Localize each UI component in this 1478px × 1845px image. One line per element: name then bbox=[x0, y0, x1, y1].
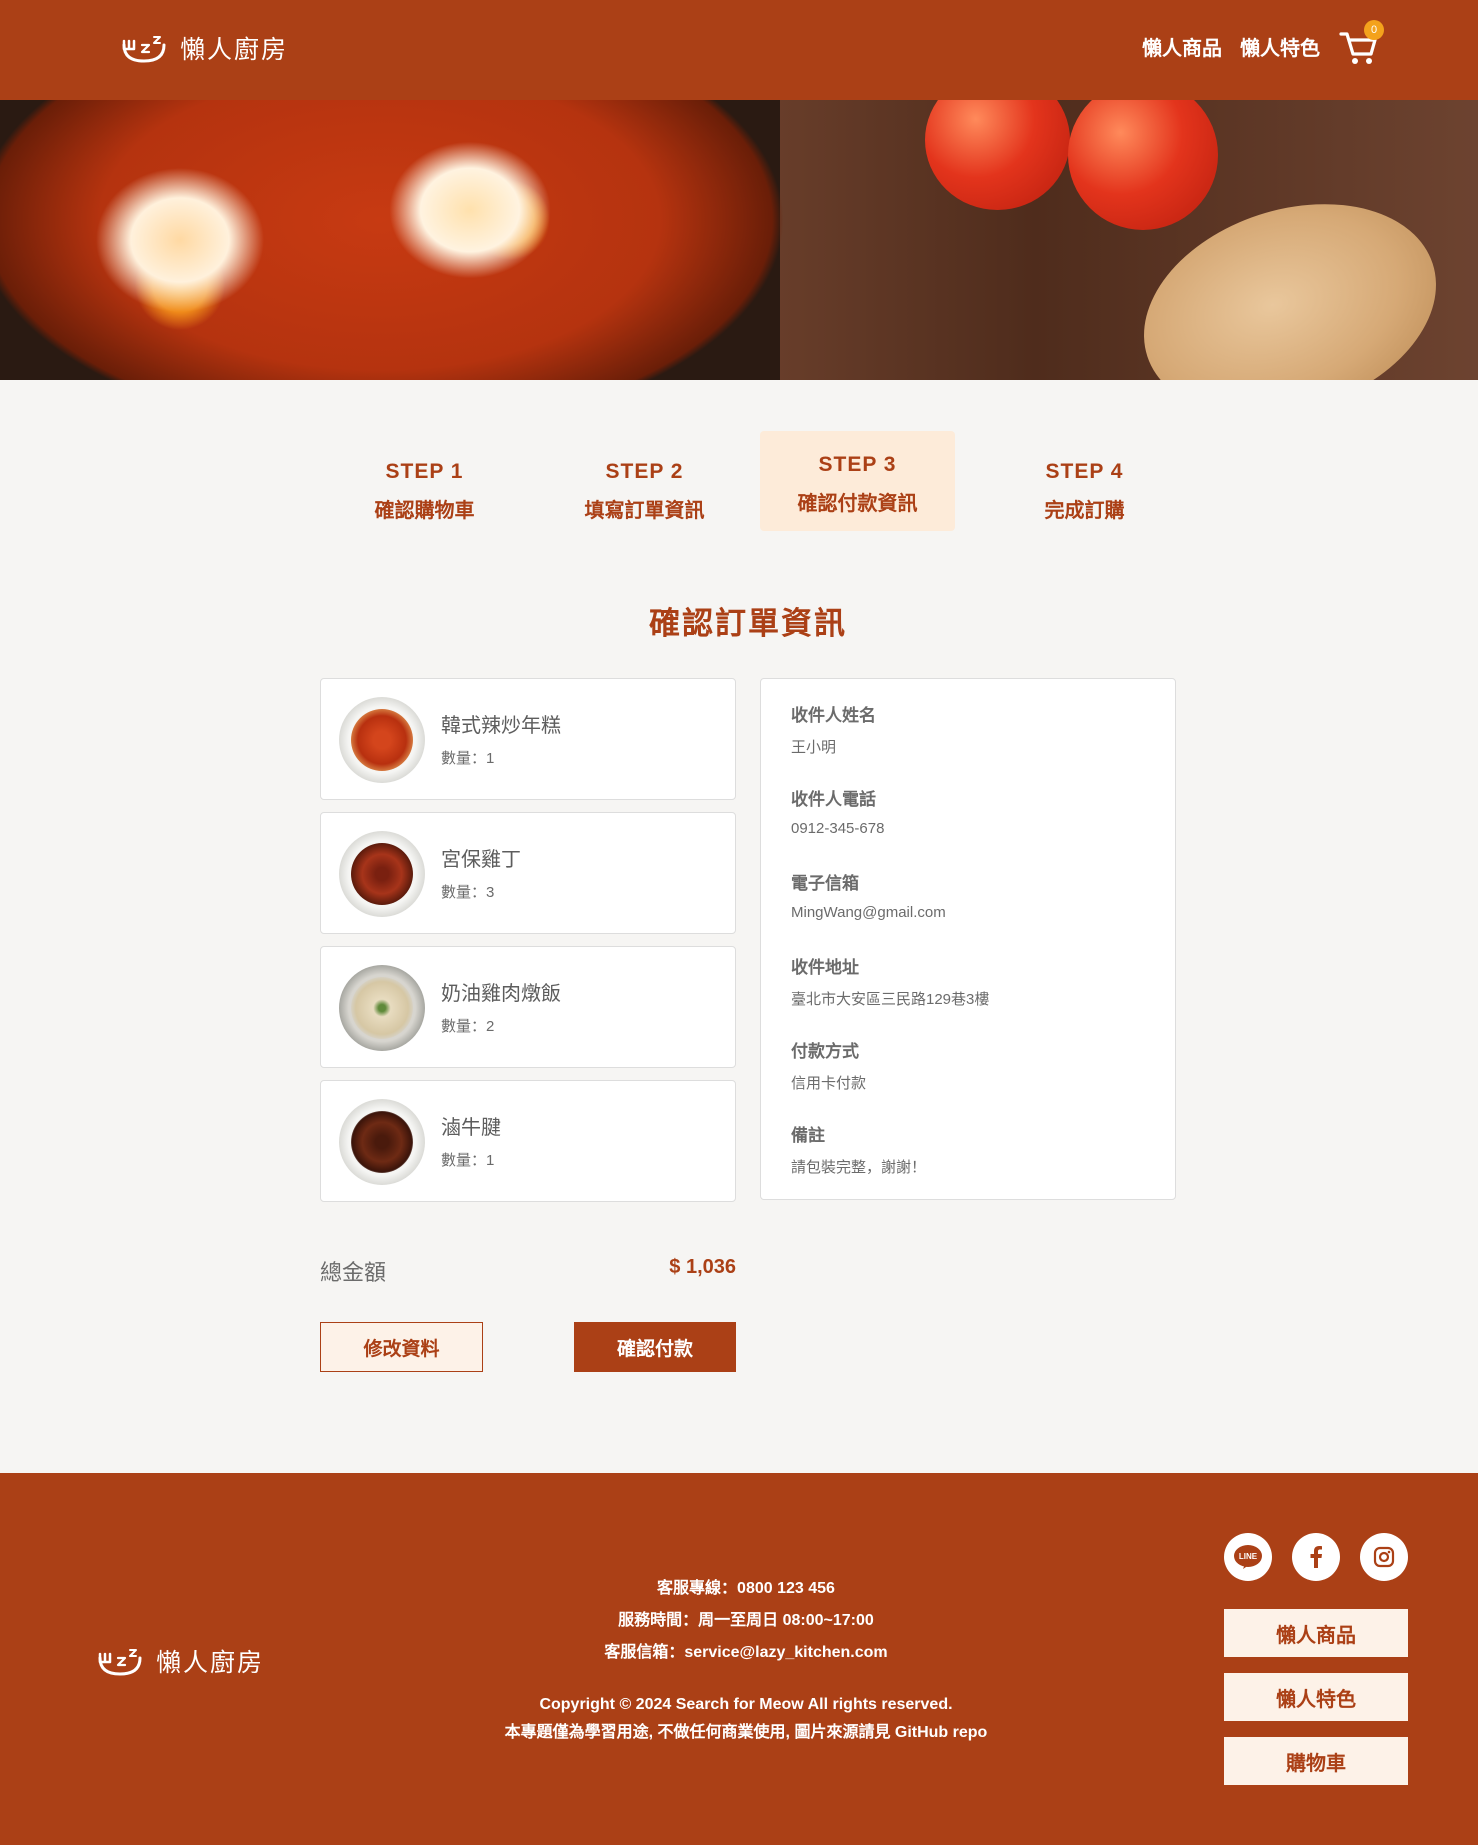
instagram-icon bbox=[1373, 1546, 1395, 1568]
tomato-decoration bbox=[925, 100, 1070, 210]
field-label: 收件人姓名 bbox=[791, 706, 876, 725]
footer-cart-button[interactable]: 購物車 bbox=[1224, 1737, 1408, 1785]
step-label: 填寫訂單資訊 bbox=[584, 500, 705, 522]
step-1[interactable]: STEP 1 確認購物車 bbox=[327, 430, 522, 530]
order-item: 奶油雞肉燉飯 數量：2 bbox=[320, 946, 736, 1068]
item-quantity: 數量：1 bbox=[441, 750, 495, 767]
line-icon: LINE bbox=[1234, 1545, 1262, 1569]
order-item: 宮保雞丁 數量：3 bbox=[320, 812, 736, 934]
footer-products-button[interactable]: 懶人商品 bbox=[1224, 1609, 1408, 1657]
page-title: 確認訂單資訊 bbox=[649, 606, 847, 641]
order-item: 滷牛腱 數量：1 bbox=[320, 1080, 736, 1202]
kungpao-chicken-image bbox=[351, 843, 413, 905]
sleepy-logo-icon bbox=[122, 36, 166, 63]
field-label: 收件地址 bbox=[791, 958, 859, 977]
item-name: 滷牛腱 bbox=[441, 1117, 501, 1139]
step-4[interactable]: STEP 4 完成訂購 bbox=[987, 430, 1182, 530]
step-label: 確認付款資訊 bbox=[797, 493, 918, 515]
total-amount: $ 1,036 bbox=[669, 1256, 736, 1278]
chicken-risotto-image bbox=[351, 977, 413, 1039]
field-label: 收件人電話 bbox=[791, 790, 876, 809]
nav-features-link[interactable]: 懶人特色 bbox=[1240, 32, 1320, 61]
facebook-social-button[interactable] bbox=[1292, 1533, 1340, 1581]
line-icon-text: LINE bbox=[1239, 1552, 1258, 1561]
field-label: 付款方式 bbox=[791, 1042, 859, 1061]
braised-beef-shank-image bbox=[351, 1111, 413, 1173]
step-label: 確認購物車 bbox=[374, 500, 475, 522]
field-value: 王小明 bbox=[791, 739, 837, 756]
address-field: 收件地址 臺北市大安區三民路129巷3樓 bbox=[791, 953, 1145, 1037]
site-header: 懶人廚房 懶人商品 懶人特色 0 bbox=[0, 0, 1478, 100]
confirm-payment-button[interactable]: 確認付款 bbox=[574, 1322, 736, 1372]
item-name: 韓式辣炒年糕 bbox=[441, 715, 561, 737]
cart-count-badge: 0 bbox=[1364, 20, 1384, 40]
edit-info-button[interactable]: 修改資料 bbox=[320, 1322, 483, 1372]
recipient-name-field: 收件人姓名 王小明 bbox=[791, 701, 1145, 785]
step-number: STEP 3 bbox=[818, 453, 897, 476]
footer-features-button[interactable]: 懶人特色 bbox=[1224, 1673, 1408, 1721]
step-number: STEP 2 bbox=[605, 460, 684, 483]
step-number: STEP 4 bbox=[1045, 460, 1124, 483]
facebook-icon bbox=[1310, 1546, 1322, 1568]
recipient-phone-field: 收件人電話 0912-345-678 bbox=[791, 785, 1145, 869]
field-value: 0912-345-678 bbox=[791, 820, 885, 837]
total-label: 總金額 bbox=[320, 1260, 387, 1285]
payment-method-field: 付款方式 信用卡付款 bbox=[791, 1037, 1145, 1121]
item-name: 宮保雞丁 bbox=[441, 849, 521, 871]
instagram-social-button[interactable] bbox=[1360, 1533, 1408, 1581]
field-value: 請包裝完整，謝謝！ bbox=[791, 1159, 927, 1176]
item-quantity: 數量：1 bbox=[441, 1152, 495, 1169]
item-quantity: 數量：3 bbox=[441, 884, 495, 901]
note-field: 備註 請包裝完整，謝謝！ bbox=[791, 1121, 1145, 1205]
step-3-active[interactable]: STEP 3 確認付款資訊 bbox=[760, 431, 955, 531]
tomato-decoration bbox=[1068, 100, 1218, 230]
nav-products-link[interactable]: 懶人商品 bbox=[1142, 32, 1222, 61]
step-number: STEP 1 bbox=[385, 460, 464, 483]
step-label: 完成訂購 bbox=[1044, 500, 1125, 522]
brand-logo[interactable]: 懶人廚房 bbox=[120, 30, 288, 66]
tteokbokki-image bbox=[351, 709, 413, 771]
field-value: MingWang@gmail.com bbox=[791, 904, 946, 921]
item-quantity: 數量：2 bbox=[441, 1018, 495, 1035]
field-value: 臺北市大安區三民路129巷3樓 bbox=[791, 991, 990, 1008]
recipient-info-card: 收件人姓名 王小明 收件人電話 0912-345-678 電子信箱 MingWa… bbox=[760, 678, 1176, 1200]
step-2[interactable]: STEP 2 填寫訂單資訊 bbox=[547, 430, 742, 530]
brand-name: 懶人廚房 bbox=[180, 36, 289, 64]
order-item: 韓式辣炒年糕 數量：1 bbox=[320, 678, 736, 800]
hero-banner-image bbox=[0, 100, 1478, 380]
item-name: 奶油雞肉燉飯 bbox=[441, 983, 561, 1005]
email-field: 電子信箱 MingWang@gmail.com bbox=[791, 869, 1145, 953]
line-social-button[interactable]: LINE bbox=[1224, 1533, 1272, 1581]
field-label: 備註 bbox=[791, 1126, 825, 1145]
main-nav: 懶人商品 懶人特色 0 bbox=[1124, 20, 1384, 68]
field-value: 信用卡付款 bbox=[791, 1075, 867, 1092]
site-footer: 懶人廚房 客服專線：0800 123 456 服務時間：周一至周日 08:00~… bbox=[0, 1473, 1478, 1845]
cart-button[interactable]: 0 bbox=[1338, 20, 1384, 68]
checkout-steps: STEP 1 確認購物車 STEP 2 填寫訂單資訊 STEP 3 確認付款資訊… bbox=[327, 430, 1187, 531]
field-label: 電子信箱 bbox=[791, 874, 859, 893]
